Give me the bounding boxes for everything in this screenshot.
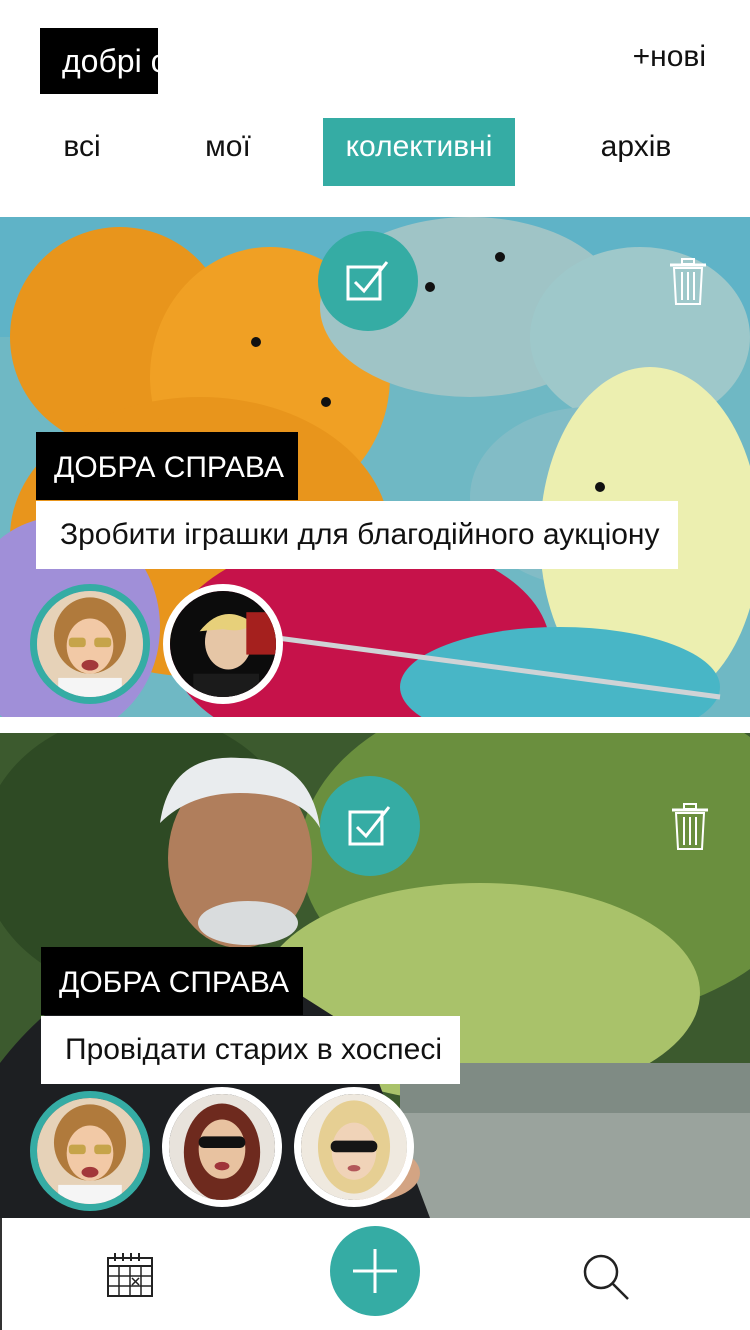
checkbox-icon <box>348 806 391 846</box>
trash-icon <box>672 803 708 850</box>
search-button[interactable] <box>582 1253 630 1306</box>
task-card[interactable]: ДОБРА СПРАВА Зробити іграшки для благоді… <box>0 217 750 717</box>
delete-button[interactable] <box>670 803 710 851</box>
checkbox-icon <box>346 261 389 301</box>
task-card[interactable]: ДОБРА СПРАВА Провідати старих в хоспесі <box>0 733 750 1218</box>
complete-button[interactable] <box>318 231 418 331</box>
add-button[interactable] <box>330 1226 420 1316</box>
participant-avatar[interactable] <box>162 1087 282 1207</box>
tab-bar: всі мої колективні архів <box>0 118 750 188</box>
app-logo: добрі справи <box>40 28 158 94</box>
task-type-label: ДОБРА СПРАВА <box>36 432 298 500</box>
trash-icon <box>670 258 706 305</box>
participant-avatar[interactable] <box>30 584 150 704</box>
delete-button[interactable] <box>668 258 708 306</box>
plus-icon <box>353 1249 397 1293</box>
tab-all[interactable]: всі <box>40 118 124 186</box>
app-header: добрі справи +нові всі мої колективні ар… <box>0 0 750 215</box>
task-type-label: ДОБРА СПРАВА <box>41 947 303 1015</box>
tab-archive[interactable]: архів <box>584 118 688 186</box>
calendar-icon <box>107 1253 153 1297</box>
tab-mine[interactable]: мої <box>186 118 270 186</box>
tab-collective[interactable]: колективні <box>323 118 515 186</box>
complete-button[interactable] <box>320 776 420 876</box>
participant-avatar[interactable] <box>163 584 283 704</box>
new-task-button[interactable]: +нові <box>633 40 706 74</box>
task-title: Провідати старих в хоспесі <box>41 1016 460 1084</box>
participant-avatar[interactable] <box>30 1091 150 1211</box>
calendar-button[interactable] <box>106 1252 154 1303</box>
search-icon <box>583 1254 629 1300</box>
participant-avatar[interactable] <box>294 1087 414 1207</box>
task-title: Зробити іграшки для благодійного аукціон… <box>36 501 678 569</box>
